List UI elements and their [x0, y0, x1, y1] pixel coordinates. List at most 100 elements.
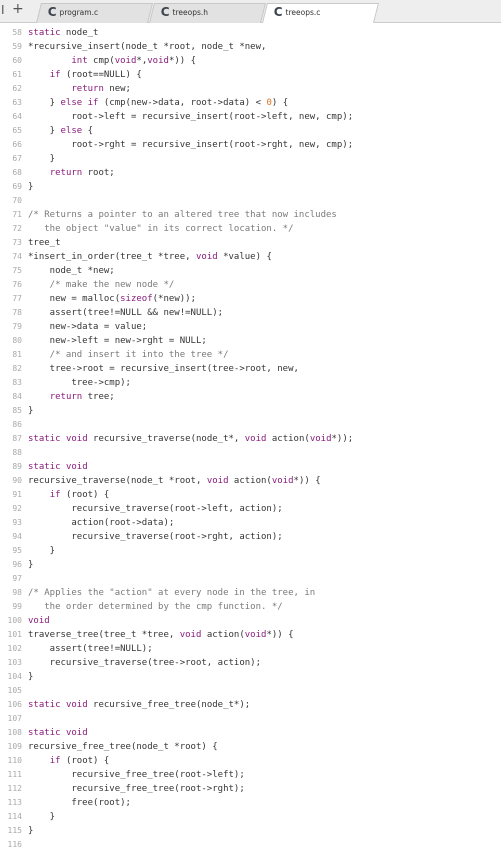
code-line: 68 return root;	[0, 166, 501, 180]
code-line: 95 }	[0, 544, 501, 558]
line-number: 85	[12, 406, 22, 415]
code-line: 94 recursive_traverse(root->rght, action…	[0, 530, 501, 544]
code-editor[interactable]: 58 static node_t 59 *recursive_insert(node_…	[0, 26, 501, 852]
c-file-icon: C	[160, 5, 170, 19]
c-file-icon: C	[47, 5, 57, 19]
code-line: 65 } else {	[0, 124, 501, 138]
line-number: 80	[12, 336, 22, 345]
line-number: 68	[12, 168, 22, 177]
code-text: return root;	[49, 168, 115, 178]
code-line: 114 }	[0, 810, 501, 824]
line-number: 83	[12, 378, 22, 387]
code-text: if (root) {	[49, 490, 110, 500]
code-line: 97	[0, 572, 501, 586]
code-text: }	[28, 672, 34, 682]
code-line: 69}	[0, 180, 501, 194]
code-line: 107	[0, 712, 501, 726]
line-number: 87	[12, 434, 22, 443]
line-number: 66	[12, 140, 22, 149]
code-line: 91 if (root) {	[0, 488, 501, 502]
code-text: /* Applies the "action" at every node in…	[28, 588, 316, 598]
line-number: 91	[12, 490, 22, 499]
code-line: 86	[0, 418, 501, 432]
code-text: free(root);	[28, 798, 131, 808]
code-line: 103 recursive_traverse(tree->root, actio…	[0, 656, 501, 670]
code-text: recursive_traverse(root->rght, action);	[28, 532, 283, 542]
code-line: 104}	[0, 670, 501, 684]
line-number: 100	[7, 616, 22, 625]
code-line: 75 node_t *new;	[0, 264, 501, 278]
code-line: 106 static void recursive_free_tree(node_…	[0, 698, 501, 712]
code-text: }	[28, 154, 56, 164]
code-line: 84 return tree;	[0, 390, 501, 404]
code-line: 111 recursive_free_tree(root->left);	[0, 768, 501, 782]
tab-treeops-c[interactable]: C treeops.c	[262, 3, 379, 23]
code-text: *insert_in_order(tree_t *tree, void *val…	[28, 252, 272, 262]
code-line: 73 tree_t	[0, 236, 501, 250]
code-line: 79 new->data = value;	[0, 320, 501, 334]
code-text: recursive_traverse(tree->root, action);	[28, 658, 261, 668]
tab-label: treeops.c	[285, 7, 321, 17]
line-number: 112	[7, 784, 22, 793]
line-number: 115	[7, 826, 22, 835]
line-number: 99	[12, 602, 22, 611]
code-line: 60 int cmp(void*,void*)) {	[0, 54, 501, 68]
line-number: 78	[12, 308, 22, 317]
code-text: }	[28, 826, 34, 836]
code-text: }	[28, 812, 56, 822]
code-line: 72 the object "value" in its correct loc…	[0, 222, 501, 236]
code-line: 78 assert(tree!=NULL && new!=NULL);	[0, 306, 501, 320]
code-line: 85}	[0, 404, 501, 418]
line-number: 108	[7, 728, 22, 737]
code-text: static void	[28, 462, 88, 472]
line-number: 101	[7, 630, 22, 639]
line-number: 98	[12, 588, 22, 597]
code-line: 96}	[0, 558, 501, 572]
code-text: new->left = new->rght = NULL;	[28, 336, 207, 346]
line-number: 96	[12, 560, 22, 569]
code-line: 98 /* Applies the "action" at every node …	[0, 586, 501, 600]
line-number: 92	[12, 504, 22, 513]
line-number: 89	[12, 462, 22, 471]
sidebar-toggle-icon[interactable]: I	[1, 3, 5, 17]
code-line: 88	[0, 446, 501, 460]
line-number: 58	[12, 28, 22, 37]
code-text: /* Returns a pointer to an altered tree …	[28, 210, 337, 220]
line-number: 84	[12, 392, 22, 401]
code-text: action(root->data);	[28, 518, 175, 528]
line-number: 86	[12, 420, 22, 429]
code-line: 61 if (root==NULL) {	[0, 68, 501, 82]
code-text: }	[28, 546, 56, 556]
tab-treeops-h[interactable]: C treeops.h	[149, 3, 266, 23]
tab-program-c[interactable]: C program.c	[36, 3, 153, 23]
line-number: 79	[12, 322, 22, 331]
code-text: root->left = recursive_insert(root->left…	[28, 112, 354, 122]
code-line: 112 recursive_free_tree(root->rght);	[0, 782, 501, 796]
code-line: 92 recursive_traverse(root->left, action…	[0, 502, 501, 516]
new-tab-button[interactable]: +	[12, 1, 24, 17]
code-line: 87 static void recursive_traverse(node_t*…	[0, 432, 501, 446]
line-number: 81	[12, 350, 22, 359]
line-number: 73	[12, 238, 22, 247]
line-number: 107	[7, 714, 22, 723]
code-line: 108 static void	[0, 726, 501, 740]
tab-bar: I + C program.c C treeops.h C treeops.c	[0, 0, 501, 23]
code-line: 71 /* Returns a pointer to an altered tre…	[0, 208, 501, 222]
line-number: 114	[7, 812, 22, 821]
line-number: 69	[12, 182, 22, 191]
code-line: 101 traverse_tree(tree_t *tree, void acti…	[0, 628, 501, 642]
code-text: }	[28, 406, 34, 416]
line-number: 59	[12, 42, 22, 51]
code-text: if (root==NULL) {	[49, 70, 142, 80]
line-number: 72	[12, 224, 22, 233]
line-number: 106	[7, 700, 22, 709]
code-text: }	[28, 560, 34, 570]
code-line: 74 *insert_in_order(tree_t *tree, void *v…	[0, 250, 501, 264]
c-file-icon: C	[273, 5, 283, 19]
code-line: 59 *recursive_insert(node_t *root, node_t…	[0, 40, 501, 54]
line-number: 82	[12, 364, 22, 373]
code-text: recursive_traverse(node_t *root, void ac…	[28, 476, 321, 486]
code-text: assert(tree!=NULL && new!=NULL);	[28, 308, 224, 318]
code-text: traverse_tree(tree_t *tree, void action(…	[28, 630, 294, 640]
code-text: /* make the new node */	[28, 280, 175, 290]
